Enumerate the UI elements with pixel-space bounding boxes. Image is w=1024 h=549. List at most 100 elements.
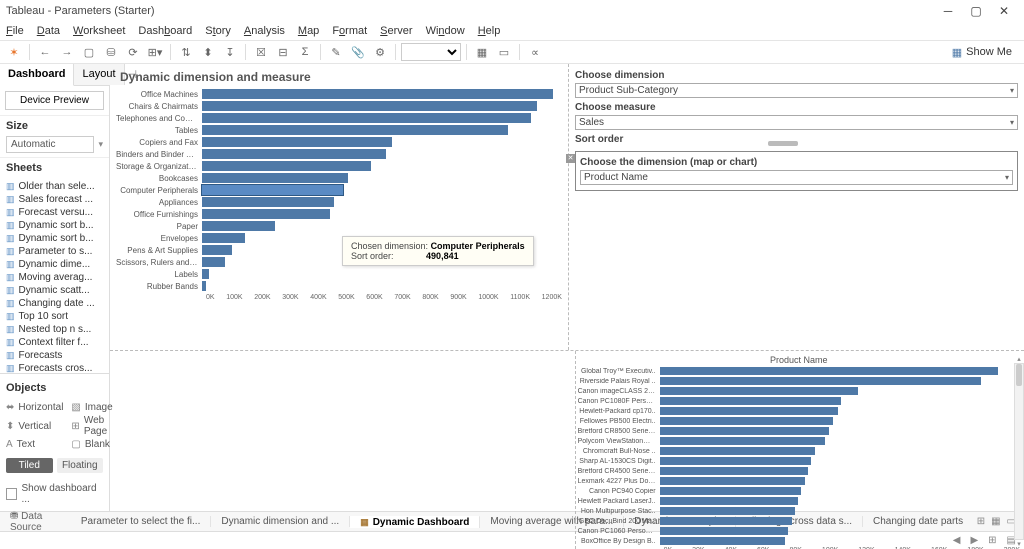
- bar-row[interactable]: Canon PC1060 Persona..: [578, 526, 1020, 536]
- bar-row[interactable]: Copiers and Fax: [116, 136, 562, 148]
- bar-row[interactable]: Bretford CR8500 Series..: [578, 426, 1020, 436]
- bar[interactable]: [202, 173, 348, 183]
- bar-row[interactable]: Polycom ViewStation™ ..: [578, 436, 1020, 446]
- fit-dropdown[interactable]: [401, 43, 461, 61]
- sheet-item[interactable]: ▥Context filter f...: [0, 336, 109, 349]
- labels-icon[interactable]: ✎: [326, 42, 346, 62]
- bar[interactable]: [660, 517, 792, 525]
- bar[interactable]: [660, 407, 838, 415]
- sheet-item[interactable]: ▥Moving averag...: [0, 271, 109, 284]
- sort-desc-icon[interactable]: ↧: [220, 42, 240, 62]
- object-web-page[interactable]: ⊞Web Page: [71, 415, 112, 437]
- bar[interactable]: [660, 387, 858, 395]
- sheet-item[interactable]: ▥Forecast versu...: [0, 206, 109, 219]
- tableau-logo-icon[interactable]: ✶: [4, 42, 24, 62]
- bar[interactable]: [660, 377, 982, 385]
- sheet-item[interactable]: ▥Dynamic scatt...: [0, 284, 109, 297]
- bar-row[interactable]: Office Furnishings: [116, 208, 562, 220]
- main-chart-zone[interactable]: Dynamic dimension and measure Office Mac…: [110, 64, 569, 350]
- sheet-item[interactable]: ▥Nested top n s...: [0, 323, 109, 336]
- vertical-scrollbar[interactable]: ▴ ▾: [1014, 363, 1024, 540]
- show-dashboard-title-checkbox[interactable]: Show dashboard ...: [0, 477, 109, 511]
- sheet-item[interactable]: ▥Dynamic dime...: [0, 258, 109, 271]
- bar[interactable]: [202, 221, 275, 231]
- bar-row[interactable]: Paper: [116, 220, 562, 232]
- object-horizontal[interactable]: ⬌Horizontal: [6, 402, 63, 413]
- bar-row[interactable]: Canon imageCLASS 22..: [578, 386, 1020, 396]
- sheet-item[interactable]: ▥Older than sele...: [0, 180, 109, 193]
- bar[interactable]: [202, 89, 553, 99]
- maximize-icon[interactable]: ▢: [962, 4, 990, 18]
- bar[interactable]: [202, 233, 245, 243]
- bar-row[interactable]: Bookcases: [116, 172, 562, 184]
- bar-row[interactable]: Telephones and Comm...: [116, 112, 562, 124]
- bar-row[interactable]: Appliances: [116, 196, 562, 208]
- chevron-down-icon[interactable]: ▾: [98, 139, 103, 150]
- data-source-tab[interactable]: ⛃ Data Source: [0, 511, 71, 533]
- remove-icon[interactable]: ✕: [566, 154, 575, 163]
- object-text[interactable]: AText: [6, 439, 63, 450]
- bar-row[interactable]: Sharp AL-1530CS Digit..: [578, 456, 1020, 466]
- tab-dashboard[interactable]: Dashboard: [0, 64, 74, 86]
- sheet-item[interactable]: ▥Top 10 sort: [0, 310, 109, 323]
- save-icon[interactable]: ▢: [79, 42, 99, 62]
- scrollbar-thumb[interactable]: [1016, 364, 1022, 386]
- sheet-item[interactable]: ▥Dynamic sort b...: [0, 232, 109, 245]
- sheet-item[interactable]: ▥Forecasts: [0, 349, 109, 362]
- back-icon[interactable]: ←: [35, 42, 55, 62]
- bar[interactable]: [202, 245, 232, 255]
- size-select[interactable]: Automatic: [6, 136, 94, 153]
- bar[interactable]: [660, 467, 808, 475]
- bar-row[interactable]: Computer Peripherals: [116, 184, 562, 196]
- bar[interactable]: [660, 427, 830, 435]
- object-vertical[interactable]: ⬍Vertical: [6, 415, 63, 437]
- menu-help[interactable]: Help: [478, 25, 501, 37]
- sort-asc-icon[interactable]: ⬍: [198, 42, 218, 62]
- bar[interactable]: [202, 269, 209, 279]
- bar-row[interactable]: Labels: [116, 268, 562, 280]
- bar-row[interactable]: Lexmark 4227 Plus Dot ..: [578, 476, 1020, 486]
- bar[interactable]: [660, 507, 795, 515]
- minimize-icon[interactable]: ─: [934, 4, 962, 18]
- product-chart-zone[interactable]: Product Name Global Troy™ Executiv..Rive…: [576, 351, 1024, 549]
- bar[interactable]: [660, 447, 815, 455]
- swap-icon[interactable]: ⇅: [176, 42, 196, 62]
- choose-dimension-select[interactable]: Product Sub-Category: [575, 83, 1018, 98]
- bar-row[interactable]: Storage & Organization: [116, 160, 562, 172]
- menu-data[interactable]: Data: [37, 25, 60, 37]
- bar[interactable]: [202, 281, 206, 291]
- bar-row[interactable]: Canon PC940 Copier: [578, 486, 1020, 496]
- empty-zone[interactable]: [110, 351, 576, 549]
- bar-row[interactable]: Fellowes PB500 Electri..: [578, 416, 1020, 426]
- new-sheet-icon[interactable]: ⊞▾: [145, 42, 165, 62]
- group-icon[interactable]: ⊟: [273, 42, 293, 62]
- bar[interactable]: [202, 149, 386, 159]
- sheet-item[interactable]: ▥Parameter to s...: [0, 245, 109, 258]
- bar[interactable]: [660, 367, 998, 375]
- menu-file[interactable]: File: [6, 25, 24, 37]
- bar-row[interactable]: Hewlett Packard LaserJ..: [578, 496, 1020, 506]
- bar[interactable]: [202, 197, 334, 207]
- bar[interactable]: [660, 457, 812, 465]
- bar[interactable]: [202, 209, 330, 219]
- sheet-item[interactable]: ▥Changing date ...: [0, 297, 109, 310]
- bar-row[interactable]: GBC DocuBind 200 Ma..: [578, 516, 1020, 526]
- bar[interactable]: [660, 527, 789, 535]
- object-image[interactable]: ▧Image: [71, 402, 112, 413]
- bar[interactable]: [660, 417, 833, 425]
- forward-icon[interactable]: →: [57, 42, 77, 62]
- menu-story[interactable]: Story: [205, 25, 231, 37]
- close-icon[interactable]: ✕: [990, 4, 1018, 18]
- object-blank[interactable]: ▢Blank: [71, 439, 112, 450]
- sheet-item[interactable]: ▥Dynamic sort b...: [0, 219, 109, 232]
- bar-row[interactable]: Bretford CR4500 Series..: [578, 466, 1020, 476]
- menu-format[interactable]: Format: [332, 25, 367, 37]
- bar[interactable]: [202, 101, 537, 111]
- show-me-button[interactable]: Show Me: [952, 46, 1020, 59]
- bar-row[interactable]: Canon PC1080F Person..: [578, 396, 1020, 406]
- scroll-down-icon[interactable]: ▾: [1015, 540, 1023, 548]
- presentation-icon[interactable]: ▭: [494, 42, 514, 62]
- sheet-item[interactable]: ▥Forecasts cros...: [0, 362, 109, 373]
- bar-row[interactable]: Tables: [116, 124, 562, 136]
- bar[interactable]: [202, 257, 225, 267]
